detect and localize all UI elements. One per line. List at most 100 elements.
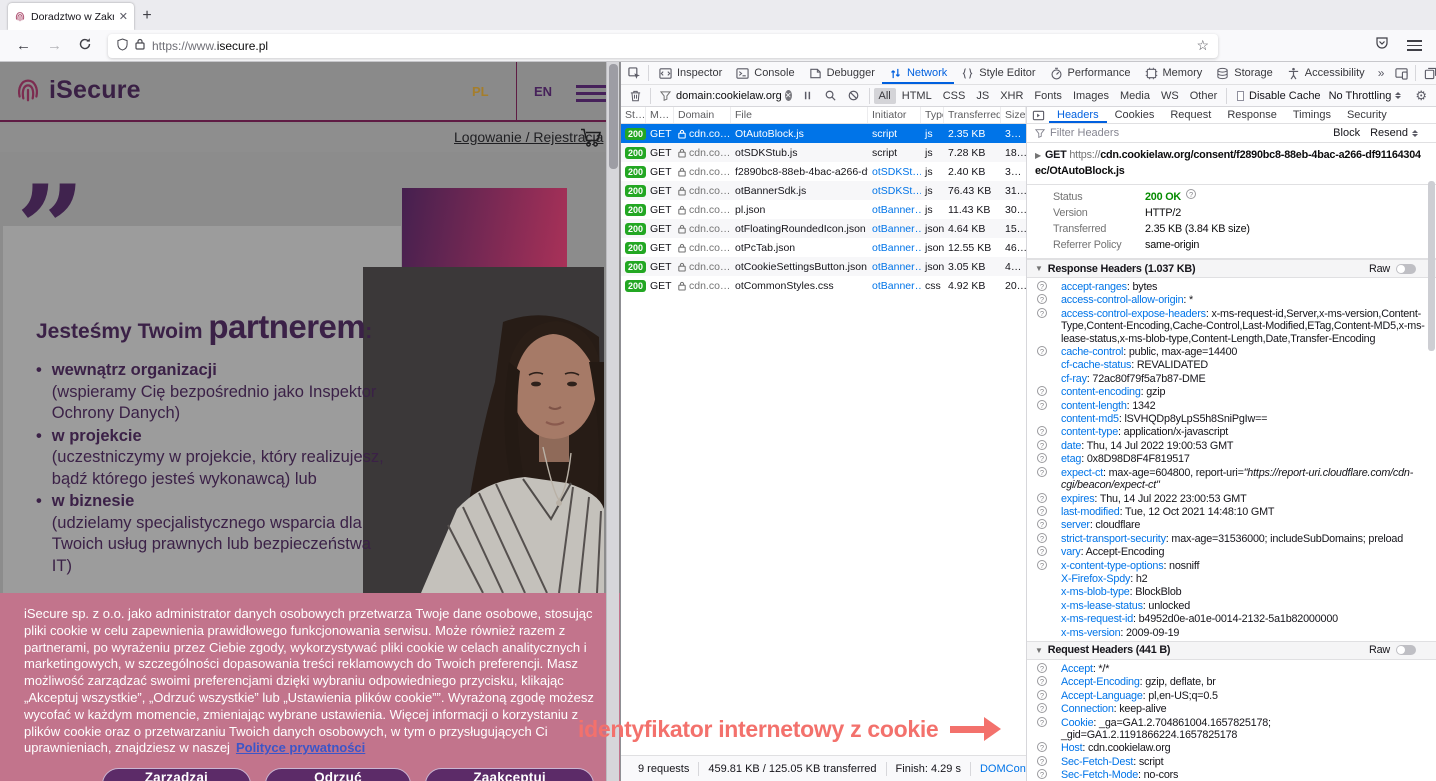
response-header-row-cf-cache-status[interactable]: cf-cache-status: REVALIDATED <box>1027 359 1436 371</box>
split-panel-icon[interactable] <box>1027 107 1049 123</box>
request-header-row-sec-fetch-mode[interactable]: ?Sec-Fetch-Mode: no-cors <box>1027 769 1436 781</box>
collapse-triangle-icon[interactable]: ▼ <box>1035 646 1043 655</box>
column-header-m[interactable]: M… <box>646 107 674 123</box>
help-icon[interactable]: ? <box>1037 676 1047 686</box>
response-header-row-x-firefox-spdy[interactable]: X-Firefox-Spdy: h2 <box>1027 573 1436 585</box>
lock-icon[interactable] <box>135 38 145 53</box>
response-header-row-cache-control[interactable]: ?cache-control: public, max-age=14400 <box>1027 346 1436 358</box>
type-filter-all[interactable]: All <box>874 88 896 104</box>
response-header-row-x-ms-request-id[interactable]: x-ms-request-id: b4952d0e-a01e-0014-2132… <box>1027 613 1436 625</box>
reload-button[interactable] <box>78 37 92 55</box>
dock-window-icon[interactable] <box>1419 67 1436 80</box>
column-header-st[interactable]: St… <box>621 107 646 123</box>
resend-dropdown[interactable]: Resend <box>1370 127 1418 139</box>
request-header-row-sec-fetch-dest[interactable]: ?Sec-Fetch-Dest: script <box>1027 756 1436 768</box>
zarz-dzaj-cookies-button[interactable]: Zarządzaj cookies <box>102 768 251 781</box>
response-header-row-x-content-type-options[interactable]: ?x-content-type-options: nosniff <box>1027 560 1436 572</box>
browser-tab[interactable]: Doradztwo w Zakresie Ochrony Dany ✕ <box>8 3 134 30</box>
response-headers-section-header[interactable]: ▼ Response Headers (1.037 KB) Raw <box>1027 259 1436 278</box>
type-filter-other[interactable]: Other <box>1185 88 1223 104</box>
help-icon[interactable]: ? <box>1037 560 1047 570</box>
back-button[interactable]: ← <box>16 37 31 54</box>
odrzu-wszystkie-button[interactable]: Odrzuć wszystkie <box>265 768 412 781</box>
response-header-row-date[interactable]: ?date: Thu, 14 Jul 2022 19:00:53 GMT <box>1027 440 1436 452</box>
help-icon[interactable]: ? <box>1037 453 1047 463</box>
request-header-row-cookie[interactable]: ?Cookie: _ga=GA1.2.704861004.1657825178;… <box>1027 717 1436 742</box>
site-logo[interactable]: iSecure <box>14 74 141 106</box>
pick-element-icon[interactable] <box>623 62 645 84</box>
devtools-tab-style-editor[interactable]: Style Editor <box>954 62 1042 84</box>
request-initiator[interactable]: otSDKSt… <box>868 185 921 197</box>
privacy-policy-link[interactable]: Polityce prywatności <box>236 740 365 755</box>
help-icon[interactable]: ? <box>1037 769 1047 779</box>
collapse-triangle-icon[interactable]: ▼ <box>1035 264 1043 273</box>
response-header-row-cf-ray[interactable]: cf-ray: 72ac80f79f5a7b87-DME <box>1027 373 1436 385</box>
type-filter-xhr[interactable]: XHR <box>995 88 1028 104</box>
block-button[interactable]: Block <box>1333 127 1360 139</box>
response-header-row-etag[interactable]: ?etag: 0x8D98D8F4F819517 <box>1027 453 1436 465</box>
pocket-icon[interactable] <box>1375 36 1389 55</box>
help-icon[interactable]: ? <box>1037 308 1047 318</box>
response-header-row-expect-ct[interactable]: ?expect-ct: max-age=604800, report-uri="… <box>1027 467 1436 492</box>
more-tabs-button[interactable]: » <box>1372 66 1391 80</box>
forward-button[interactable]: → <box>47 37 62 54</box>
page-scrollbar[interactable] <box>606 62 619 781</box>
type-filter-media[interactable]: Media <box>1115 88 1155 104</box>
zaakceptuj-wszystkie-button[interactable]: Zaakceptuj wszystkie <box>425 768 594 781</box>
response-header-row-content-encoding[interactable]: ?content-encoding: gzip <box>1027 386 1436 398</box>
raw-toggle[interactable] <box>1396 264 1416 274</box>
disable-cache-checkbox[interactable] <box>1237 91 1244 101</box>
request-row[interactable]: 200GETcdn.co…otCookieSettingsButton.json… <box>621 257 1026 276</box>
response-header-row-content-md5[interactable]: content-md5: lSVHQDp8yLpS5h8SniPgIw== <box>1027 413 1436 425</box>
help-icon[interactable]: ? <box>1037 386 1047 396</box>
response-header-row-x-ms-blob-type[interactable]: x-ms-blob-type: BlockBlob <box>1027 586 1436 598</box>
request-header-row-accept-language[interactable]: ?Accept-Language: pl,en-US;q=0.5 <box>1027 690 1436 702</box>
response-header-row-content-type[interactable]: ?content-type: application/x-javascript <box>1027 426 1436 438</box>
column-header-size[interactable]: Size <box>1001 107 1026 123</box>
help-icon[interactable]: ? <box>1037 346 1047 356</box>
help-icon[interactable]: ? <box>1037 426 1047 436</box>
shield-icon[interactable] <box>117 38 128 54</box>
page-scrollbar-thumb[interactable] <box>609 64 618 169</box>
disclosure-triangle-icon[interactable]: ▶ <box>1035 151 1041 160</box>
devtools-tab-console[interactable]: Console <box>729 62 801 84</box>
type-filter-fonts[interactable]: Fonts <box>1029 88 1067 104</box>
devtools-tab-network[interactable]: Network <box>882 62 954 84</box>
devtools-tab-debugger[interactable]: Debugger <box>802 62 882 84</box>
request-row[interactable]: 200GETcdn.co…OtAutoBlock.jsscriptjs2.35 … <box>621 124 1026 143</box>
detail-tab-headers[interactable]: Headers <box>1049 107 1107 123</box>
detail-tab-request[interactable]: Request <box>1162 107 1219 123</box>
request-header-row-accept-encoding[interactable]: ?Accept-Encoding: gzip, deflate, br <box>1027 676 1436 688</box>
site-menu-icon[interactable] <box>576 85 606 102</box>
filter-urls-input[interactable]: domain:cookielaw.org <box>655 90 784 102</box>
response-header-row-access-control-allow-origin[interactable]: ?access-control-allow-origin: * <box>1027 294 1436 306</box>
help-icon[interactable]: ? <box>1037 742 1047 752</box>
raw-toggle[interactable] <box>1396 645 1416 655</box>
response-header-row-x-ms-lease-status[interactable]: x-ms-lease-status: unlocked <box>1027 600 1436 612</box>
column-header-type[interactable]: Type <box>921 107 944 123</box>
clear-requests-icon[interactable] <box>624 85 646 106</box>
devtools-tab-accessibility[interactable]: Accessibility <box>1280 62 1372 84</box>
help-icon[interactable]: ? <box>1037 294 1047 304</box>
help-icon[interactable]: ? <box>1037 533 1047 543</box>
response-header-row-vary[interactable]: ?vary: Accept-Encoding <box>1027 546 1436 558</box>
clear-filter-icon[interactable]: ✕ <box>785 90 792 101</box>
request-header-row-accept[interactable]: ?Accept: */* <box>1027 663 1436 675</box>
request-header-row-connection[interactable]: ?Connection: keep-alive <box>1027 703 1436 715</box>
request-initiator[interactable]: otBanner… <box>868 223 921 235</box>
request-initiator[interactable]: otBanner… <box>868 204 921 216</box>
type-filter-js[interactable]: JS <box>971 88 994 104</box>
network-settings-gear-icon[interactable]: ⚙ <box>1409 88 1433 104</box>
help-icon[interactable]: ? <box>1037 281 1047 291</box>
request-row[interactable]: 200GETcdn.co…otSDKStub.jsscriptjs7.28 KB… <box>621 143 1026 162</box>
type-filter-images[interactable]: Images <box>1068 88 1114 104</box>
response-header-row-x-ms-version[interactable]: x-ms-version: 2009-09-19 <box>1027 627 1436 639</box>
new-tab-button[interactable]: + <box>134 3 160 30</box>
filter-headers-input[interactable]: Filter Headers <box>1050 127 1119 139</box>
devtools-tab-storage[interactable]: Storage <box>1209 62 1280 84</box>
help-icon[interactable]: ? <box>1037 467 1047 477</box>
detail-tab-security[interactable]: Security <box>1339 107 1395 123</box>
help-icon[interactable]: ? <box>1186 189 1196 199</box>
request-row[interactable]: 200GETcdn.co…otCommonStyles.cssotBanner…… <box>621 276 1026 295</box>
detail-tab-response[interactable]: Response <box>1219 107 1285 123</box>
